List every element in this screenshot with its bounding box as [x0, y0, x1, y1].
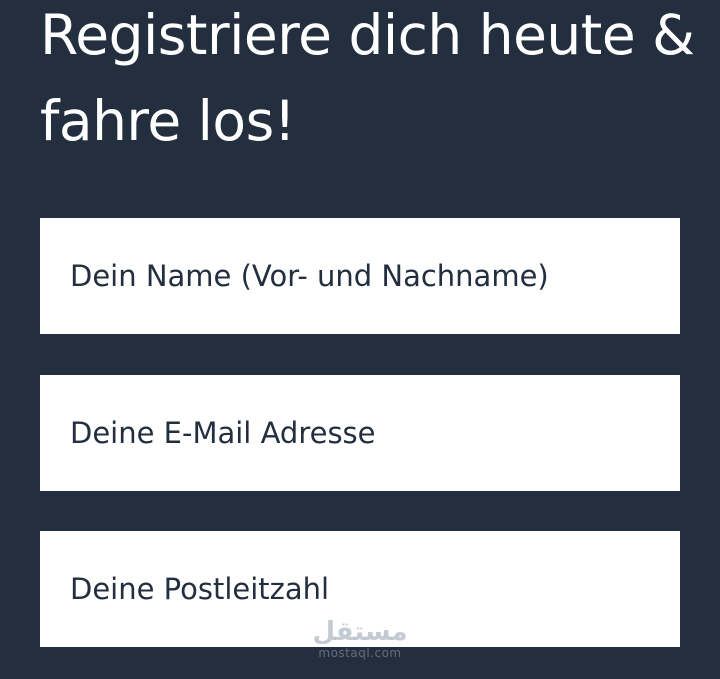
email-input[interactable] — [40, 375, 680, 491]
postal-code-input[interactable] — [40, 531, 680, 647]
headline-line-2: fahre los! — [40, 89, 296, 153]
headline-line-1: Registriere dich heute & — [40, 3, 695, 67]
name-input[interactable] — [40, 218, 680, 334]
page-headline: Registriere dich heute & fahre los! — [40, 0, 700, 164]
watermark-domain-text: mostaql.com — [318, 646, 402, 660]
